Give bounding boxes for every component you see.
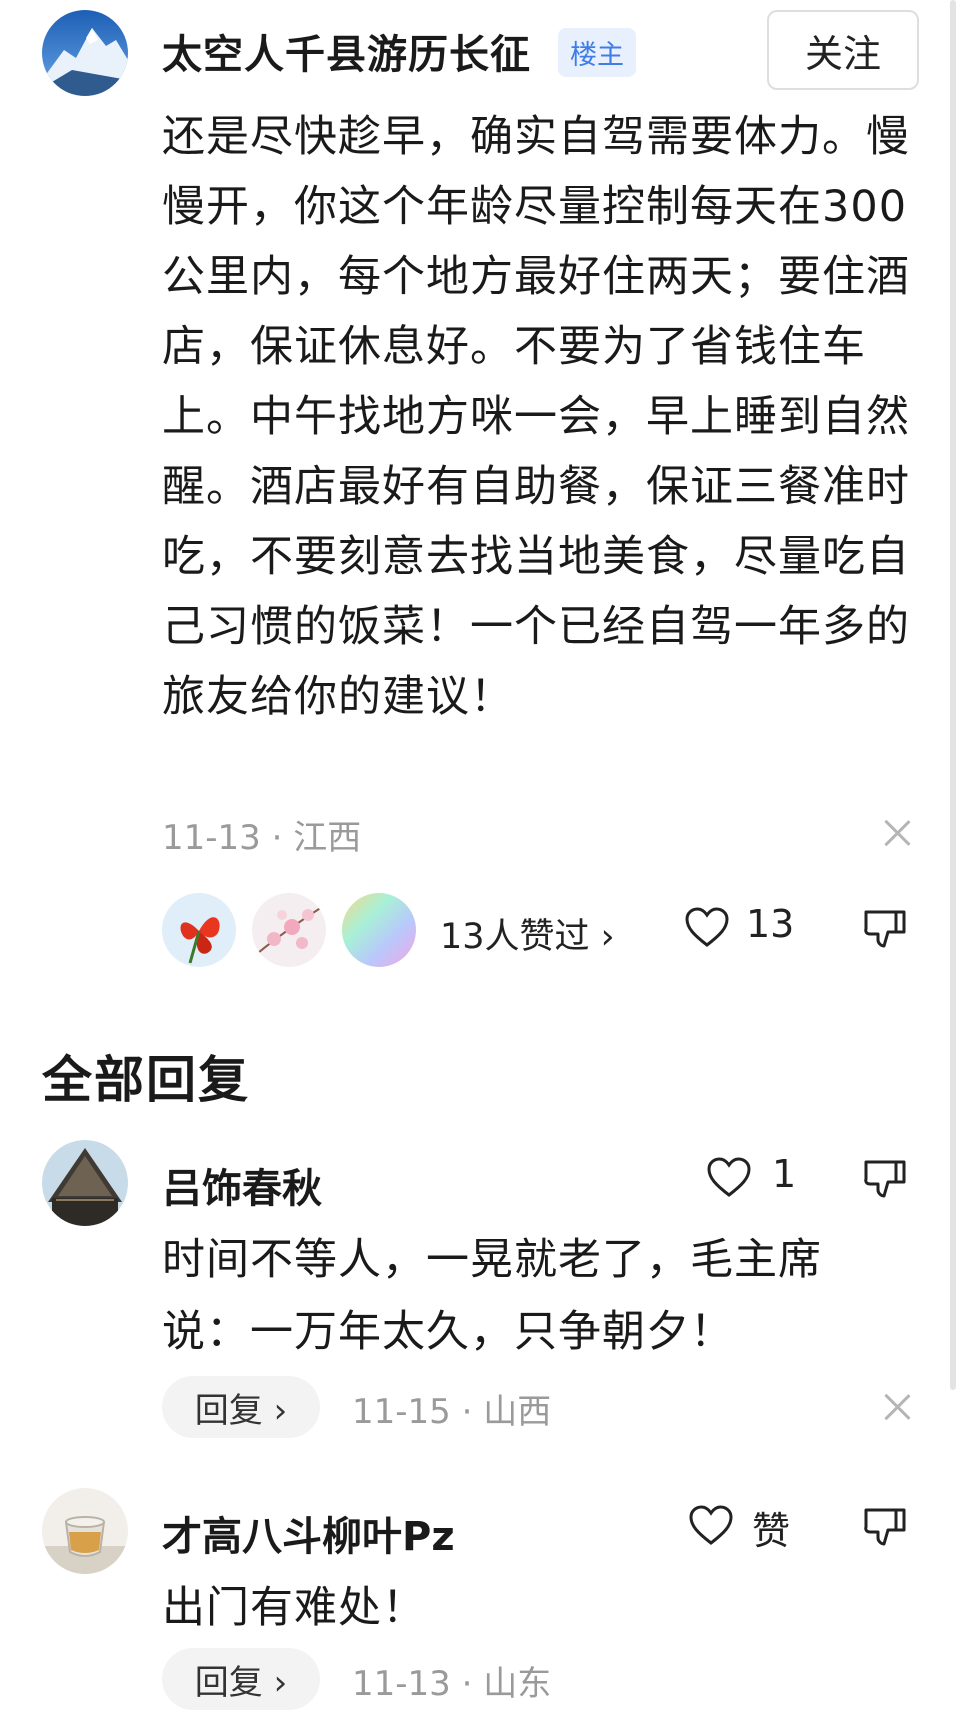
- reply-content: 出门有难处！: [162, 1583, 426, 1633]
- like-count: 13: [746, 902, 795, 946]
- heart-outline-icon[interactable]: [684, 906, 730, 948]
- author-avatar[interactable]: [42, 10, 128, 96]
- heart-outline-icon[interactable]: [706, 1156, 752, 1198]
- reply-meta: 11-13 · 山东: [352, 1664, 552, 1704]
- follow-button[interactable]: 关注: [767, 10, 919, 90]
- close-icon[interactable]: [882, 818, 912, 848]
- op-badge: 楼主: [558, 28, 636, 77]
- liker-avatar[interactable]: [342, 893, 416, 967]
- reply-like-count: 1: [772, 1152, 797, 1196]
- liker-avatar[interactable]: [252, 893, 326, 967]
- thumbs-down-outline-icon[interactable]: [862, 906, 908, 952]
- reply-button[interactable]: 回复 ›: [162, 1648, 320, 1710]
- post-content: 还是尽快趁早，确实自驾需要体力。慢慢开，你这个年龄尽量控制每天在300公里内，每…: [162, 112, 910, 722]
- reply-like-label[interactable]: 赞: [752, 1500, 790, 1555]
- reply-content: 时间不等人，一晃就老了，毛主席说：一万年太久，只争朝夕！: [162, 1235, 822, 1357]
- heart-outline-icon[interactable]: [688, 1504, 734, 1546]
- scrollbar[interactable]: [950, 0, 956, 1390]
- reply-avatar[interactable]: [42, 1140, 128, 1226]
- reply-author-name[interactable]: 才高八斗柳叶Pz: [162, 1504, 455, 1562]
- thumbs-down-outline-icon[interactable]: [862, 1156, 908, 1202]
- reply-meta: 11-15 · 山西: [352, 1392, 552, 1432]
- section-title: 全部回复: [42, 1051, 250, 1109]
- thumbs-down-outline-icon[interactable]: [862, 1504, 908, 1550]
- likers-link[interactable]: 13人赞过 ›: [440, 908, 615, 959]
- reply-avatar[interactable]: [42, 1488, 128, 1574]
- author-name[interactable]: 太空人千县游历长征: [162, 22, 531, 80]
- post-meta: 11-13 · 江西: [162, 818, 362, 858]
- liker-avatar[interactable]: [162, 893, 236, 967]
- close-icon[interactable]: [882, 1392, 912, 1422]
- reply-button[interactable]: 回复 ›: [162, 1376, 320, 1438]
- reply-author-name[interactable]: 吕饰春秋: [162, 1156, 322, 1214]
